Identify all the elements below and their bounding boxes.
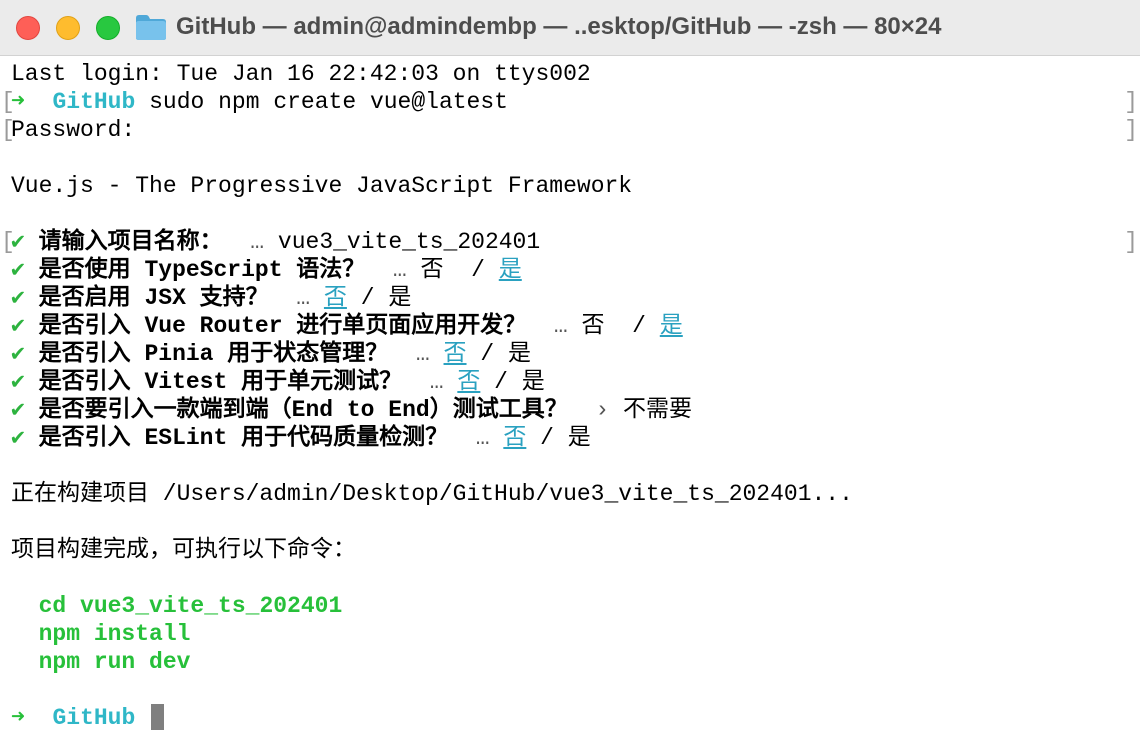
option-no[interactable]: 否 (582, 313, 605, 339)
window-title: GitHub — admin@admindembp — ..esktop/Git… (176, 13, 942, 40)
option-no[interactable]: 否 (421, 257, 444, 283)
question-pinia: ✔ 是否引入 Pinia 用于状态管理？ … 否 / 是 (0, 340, 1140, 368)
next-command-line: npm install (0, 620, 1140, 648)
ellipsis: … (392, 257, 407, 283)
question-eslint: ✔ 是否引入 ESLint 用于代码质量检测？ … 否 / 是 (0, 424, 1140, 452)
option-separator: / (360, 285, 375, 311)
prompt-directory: GitHub (52, 89, 136, 115)
building-text: 正在构建项目 /Users/admin/Desktop/GitHub/vue3_… (11, 481, 853, 507)
answer-text: vue3_vite_ts_202401 (277, 229, 541, 255)
building-line: 正在构建项目 /Users/admin/Desktop/GitHub/vue3_… (0, 480, 1140, 508)
next-command-line: cd vue3_vite_ts_202401 (0, 592, 1140, 620)
zoom-button[interactable] (96, 16, 120, 40)
text-cursor (151, 704, 165, 730)
ellipsis: … (415, 341, 430, 367)
ellipsis: … (296, 285, 311, 311)
question-label: 请输入项目名称： (38, 229, 223, 255)
option-yes-selected[interactable]: 是 (499, 257, 522, 283)
check-icon: ✔ (11, 425, 25, 451)
question-label: 是否要引入一款端到端（End to End）测试工具？ (38, 397, 568, 423)
mark-bracket-left: [ (1, 117, 15, 143)
question-label: 是否引入 Vue Router 进行单页面应用开发？ (38, 313, 527, 339)
next-command-line: npm run dev (0, 648, 1140, 676)
mark-bracket-right: ] (1124, 229, 1138, 255)
minimize-button[interactable] (56, 16, 80, 40)
question-vitest: ✔ 是否引入 Vitest 用于单元测试？ … 否 / 是 (0, 368, 1140, 396)
mark-bracket-left: [ (1, 89, 15, 115)
option-separator: / (480, 341, 495, 367)
question-project-name: [✔ 请输入项目名称： … vue3_vite_ts_202401] (0, 228, 1140, 256)
option-separator: / (632, 313, 646, 339)
mark-bracket-right: ] (1124, 117, 1138, 143)
mark-bracket-left: [ (1, 229, 15, 255)
question-label: 是否使用 TypeScript 语法？ (38, 257, 366, 283)
last-login-line: Last login: Tue Jan 16 22:42:03 on ttys0… (0, 60, 1140, 88)
check-icon: ✔ (11, 257, 25, 283)
option-yes[interactable]: 是 (522, 369, 545, 395)
done-text: 项目构建完成，可执行以下命令： (11, 537, 356, 563)
question-typescript: ✔ 是否使用 TypeScript 语法？ … 否 / 是 (0, 256, 1140, 284)
question-label: 是否启用 JSX 支持？ (38, 285, 269, 311)
option-yes[interactable]: 是 (388, 285, 411, 311)
close-button[interactable] (16, 16, 40, 40)
terminal-window: GitHub — admin@admindembp — ..esktop/Git… (0, 0, 1140, 742)
banner-text: Vue.js - The Progressive JavaScript Fram… (11, 173, 633, 199)
option-no-selected[interactable]: 否 (457, 369, 480, 395)
question-label: 是否引入 Vitest 用于单元测试？ (38, 369, 403, 395)
prompt-line[interactable]: ➜ GitHub (0, 704, 1140, 732)
ellipsis: … (553, 313, 568, 339)
question-label: 是否引入 Pinia 用于状态管理？ (38, 341, 389, 367)
question-jsx: ✔ 是否启用 JSX 支持？ … 否 / 是 (0, 284, 1140, 312)
option-no-selected[interactable]: 否 (324, 285, 347, 311)
option-separator: / (494, 369, 508, 395)
chevron-right-icon: › (595, 397, 610, 423)
option-no-selected[interactable]: 否 (503, 425, 526, 451)
password-label: Password: (11, 117, 136, 143)
command-line: [➜ GitHub sudo npm create vue@latest] (0, 88, 1140, 116)
title-bar[interactable]: GitHub — admin@admindembp — ..esktop/Git… (0, 0, 1140, 56)
question-label: 是否引入 ESLint 用于代码质量检测？ (38, 425, 449, 451)
question-e2e: ✔ 是否要引入一款端到端（End to End）测试工具？ › 不需要 (0, 396, 1140, 424)
next-command: npm install (38, 621, 191, 647)
mark-bracket-right: ] (1124, 89, 1138, 115)
prompt-directory: GitHub (52, 705, 136, 731)
option-no-selected[interactable]: 否 (444, 341, 467, 367)
password-line: [Password:] (0, 116, 1140, 144)
check-icon: ✔ (11, 285, 25, 311)
terminal-output[interactable]: Last login: Tue Jan 16 22:42:03 on ttys0… (0, 60, 1140, 732)
command-text: sudo npm create vue@latest (149, 89, 508, 115)
next-command: npm run dev (38, 649, 191, 675)
ellipsis: … (429, 369, 444, 395)
prompt-arrow-icon: ➜ (11, 705, 25, 731)
next-command: cd vue3_vite_ts_202401 (38, 593, 343, 619)
question-vue-router: ✔ 是否引入 Vue Router 进行单页面应用开发？ … 否 / 是 (0, 312, 1140, 340)
check-icon: ✔ (11, 397, 25, 423)
check-icon: ✔ (11, 341, 25, 367)
check-icon: ✔ (11, 313, 25, 339)
banner-line: Vue.js - The Progressive JavaScript Fram… (0, 172, 1140, 200)
option-separator: / (471, 257, 485, 283)
option-yes[interactable]: 是 (508, 341, 531, 367)
option-separator: / (540, 425, 554, 451)
check-icon: ✔ (11, 369, 25, 395)
ellipsis: … (475, 425, 490, 451)
answer-text: 不需要 (622, 397, 692, 423)
ellipsis: … (250, 229, 265, 255)
folder-icon (136, 15, 166, 40)
option-yes-selected[interactable]: 是 (660, 313, 683, 339)
done-line: 项目构建完成，可执行以下命令： (0, 536, 1140, 564)
option-yes[interactable]: 是 (568, 425, 591, 451)
last-login-text: Last login: Tue Jan 16 22:42:03 on ttys0… (11, 61, 591, 87)
